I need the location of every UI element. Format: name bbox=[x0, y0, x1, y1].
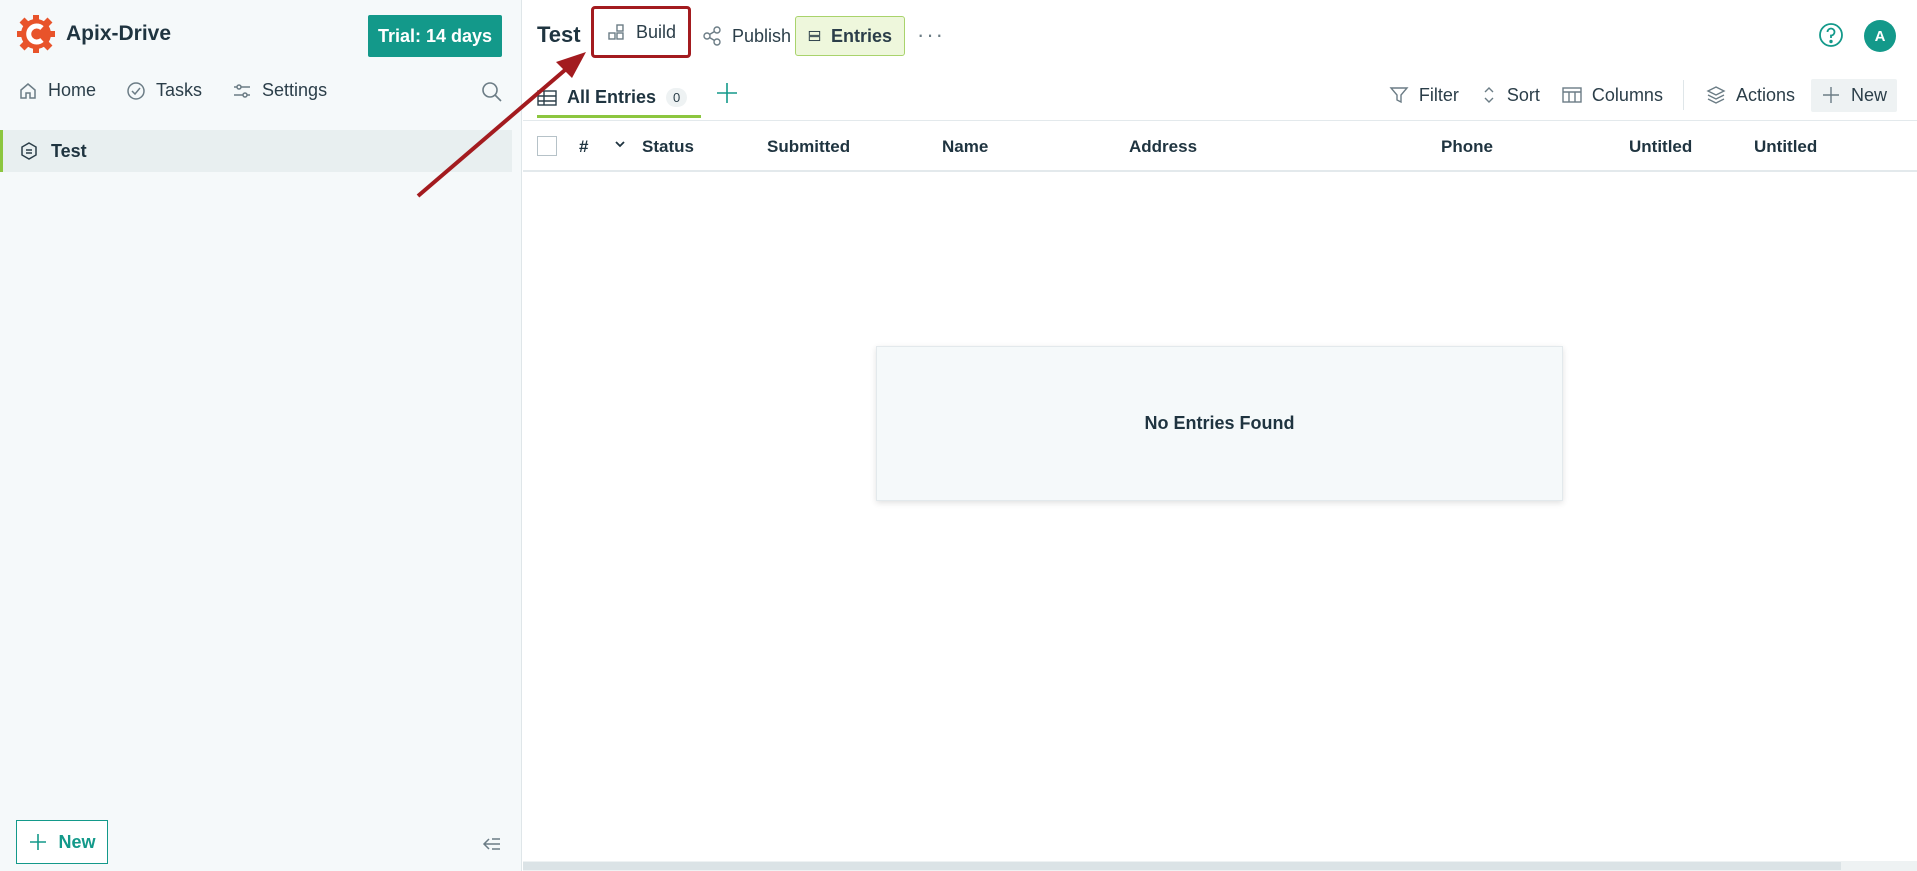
build-icon bbox=[608, 24, 624, 40]
brand-name: Apix-Drive bbox=[66, 22, 172, 45]
new-entry-label: New bbox=[1850, 84, 1887, 105]
column-header-untitled[interactable]: Untitled bbox=[1629, 137, 1692, 157]
view-all-entries[interactable]: All Entries 0 bbox=[537, 80, 702, 118]
tab-entries[interactable]: Entries bbox=[795, 16, 905, 56]
new-entry-button[interactable]: New bbox=[1810, 78, 1897, 112]
check-circle-icon bbox=[127, 81, 145, 100]
sidebar-nav: Home Tasks Settings bbox=[18, 80, 327, 101]
sort-button[interactable]: Sort bbox=[1481, 85, 1540, 106]
brand[interactable]: Apix-Drive bbox=[16, 14, 171, 54]
select-all-checkbox[interactable] bbox=[537, 136, 557, 156]
filter-icon bbox=[1389, 87, 1409, 104]
help-icon[interactable] bbox=[1818, 22, 1844, 48]
page-title: Test bbox=[537, 22, 581, 47]
share-icon bbox=[703, 26, 721, 46]
new-form-button[interactable]: New bbox=[16, 820, 108, 864]
table-icon bbox=[537, 89, 557, 106]
entries-icon bbox=[808, 30, 821, 42]
column-header-untitled[interactable]: Untitled bbox=[1754, 137, 1817, 157]
more-options-button[interactable]: ··· bbox=[917, 22, 945, 48]
chevron-down-icon[interactable] bbox=[613, 137, 627, 151]
toolbar-divider bbox=[1682, 80, 1684, 110]
column-header-name[interactable]: Name bbox=[942, 137, 988, 157]
add-view-icon[interactable] bbox=[714, 80, 740, 106]
columns-button[interactable]: Columns bbox=[1562, 85, 1663, 106]
collapse-sidebar-icon[interactable] bbox=[482, 836, 502, 852]
empty-state: No Entries Found bbox=[876, 346, 1563, 501]
plus-icon bbox=[30, 834, 47, 850]
trial-button[interactable]: Trial: 14 days bbox=[368, 15, 502, 57]
sliders-icon bbox=[234, 83, 251, 98]
column-header-number[interactable]: # bbox=[579, 137, 588, 157]
actions-button[interactable]: Actions bbox=[1706, 85, 1795, 106]
tab-publish[interactable]: Publish bbox=[690, 16, 803, 56]
entries-toolbar: Filter Sort Columns Actions New bbox=[1367, 78, 1897, 112]
sidebar-item-settings[interactable]: Settings bbox=[232, 80, 327, 101]
view-label: All Entries bbox=[567, 87, 657, 107]
sort-label: Sort bbox=[1506, 84, 1540, 105]
sidebar: Apix-Drive Trial: 14 days Home Tasks Set… bbox=[0, 0, 522, 871]
table-header: # Status Submitted Name Address Phone Un… bbox=[523, 120, 1917, 172]
tab-label: Publish bbox=[732, 25, 792, 46]
sidebar-item-tasks[interactable]: Tasks bbox=[126, 80, 202, 101]
filter-label: Filter bbox=[1418, 84, 1459, 105]
tab-build[interactable]: Build bbox=[591, 6, 691, 58]
view-count-badge: 0 bbox=[666, 88, 688, 107]
home-icon bbox=[20, 82, 36, 99]
column-header-phone[interactable]: Phone bbox=[1441, 137, 1493, 157]
tab-label: Build bbox=[635, 21, 676, 42]
horizontal-scrollbar[interactable] bbox=[523, 861, 1917, 871]
apix-drive-logo-icon bbox=[17, 15, 55, 53]
column-header-submitted[interactable]: Submitted bbox=[767, 137, 850, 157]
scrollbar-thumb[interactable] bbox=[523, 862, 1841, 870]
sidebar-item-home[interactable]: Home bbox=[18, 80, 96, 101]
columns-label: Columns bbox=[1591, 84, 1663, 105]
sidebar-item-label: Settings bbox=[262, 80, 328, 100]
column-header-status[interactable]: Status bbox=[642, 137, 694, 157]
search-icon[interactable] bbox=[481, 81, 503, 103]
sidebar-form-test[interactable]: Test bbox=[0, 130, 512, 172]
tab-label: Entries bbox=[830, 25, 892, 46]
filter-button[interactable]: Filter bbox=[1389, 85, 1459, 106]
sidebar-item-label: Tasks bbox=[156, 80, 203, 100]
actions-label: Actions bbox=[1735, 84, 1795, 105]
avatar[interactable]: A bbox=[1864, 20, 1896, 52]
column-header-address[interactable]: Address bbox=[1129, 137, 1197, 157]
sidebar-form-label: Test bbox=[51, 140, 87, 161]
new-form-label: New bbox=[58, 831, 96, 852]
sort-icon bbox=[1484, 87, 1494, 103]
layers-icon bbox=[1706, 86, 1726, 104]
plus-icon bbox=[1822, 87, 1839, 103]
sidebar-item-label: Home bbox=[48, 80, 97, 100]
columns-icon bbox=[1562, 87, 1582, 103]
form-icon bbox=[21, 142, 37, 160]
